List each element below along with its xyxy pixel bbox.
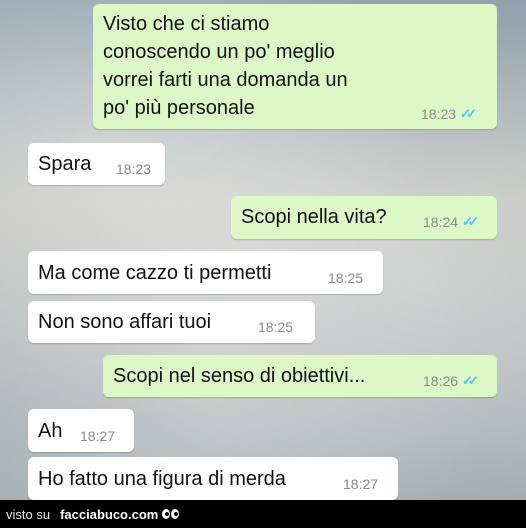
message-text-line: conoscendo un po' meglio <box>103 41 335 63</box>
message-text: Ah <box>38 420 63 442</box>
double-check-icon: ✓✓ <box>462 373 479 388</box>
message-bubble-incoming[interactable]: Ma come cazzo ti permetti 18:25 <box>28 251 383 294</box>
message-text: Spara <box>38 153 92 175</box>
message-text: Scopi nel senso di obiettivi... <box>113 365 366 387</box>
message-bubble-incoming[interactable]: Spara 18:23 <box>28 143 165 185</box>
message-time: 18:24 <box>423 214 459 230</box>
message-bubble-incoming[interactable]: Ho fatto una figura di merda 18:27 <box>28 457 398 500</box>
message-bubble-incoming[interactable]: Ah 18:27 <box>28 409 134 452</box>
message-meta: 18:26 ✓✓ <box>423 373 479 389</box>
message-time: 18:25 <box>328 270 364 286</box>
message-text-line: Visto che ci stiamo <box>103 13 270 35</box>
message-text: Ho fatto una figura di merda <box>38 468 286 490</box>
message-text: Scopi nella vita? <box>241 206 387 228</box>
message-text-line: vorrei farti una domanda un <box>103 69 348 91</box>
message-time: 18:26 <box>423 373 459 389</box>
message-text: Ma come cazzo ti permetti <box>38 262 272 284</box>
message-text: Non sono affari tuoi <box>38 311 212 333</box>
message-time: 18:23 <box>421 106 457 122</box>
message-bubble-outgoing[interactable]: Scopi nella vita? 18:24 ✓✓ <box>231 196 497 239</box>
message-meta: 18:23 ✓✓ <box>421 106 477 122</box>
footer-site[interactable]: facciabuco.com <box>60 507 158 522</box>
footer-prefix: visto su <box>6 506 51 522</box>
double-check-icon: ✓✓ <box>460 106 477 121</box>
message-text-line: po' più personale <box>103 97 255 119</box>
message-time: 18:27 <box>80 428 116 444</box>
message-bubble-outgoing[interactable]: Scopi nel senso di obiettivi... 18:26 ✓✓ <box>103 355 497 397</box>
message-time: 18:25 <box>258 319 294 335</box>
eyes-icon <box>162 509 180 519</box>
message-bubble-outgoing[interactable]: Visto che ci stiamo conoscendo un po' me… <box>93 4 497 129</box>
message-time: 18:23 <box>116 161 152 177</box>
watermark-footer: visto su facciabuco.com <box>0 500 526 528</box>
double-check-icon: ✓✓ <box>462 214 479 229</box>
message-time: 18:27 <box>343 476 379 492</box>
message-meta: 18:24 ✓✓ <box>423 214 479 230</box>
message-bubble-incoming[interactable]: Non sono affari tuoi 18:25 <box>28 301 315 343</box>
